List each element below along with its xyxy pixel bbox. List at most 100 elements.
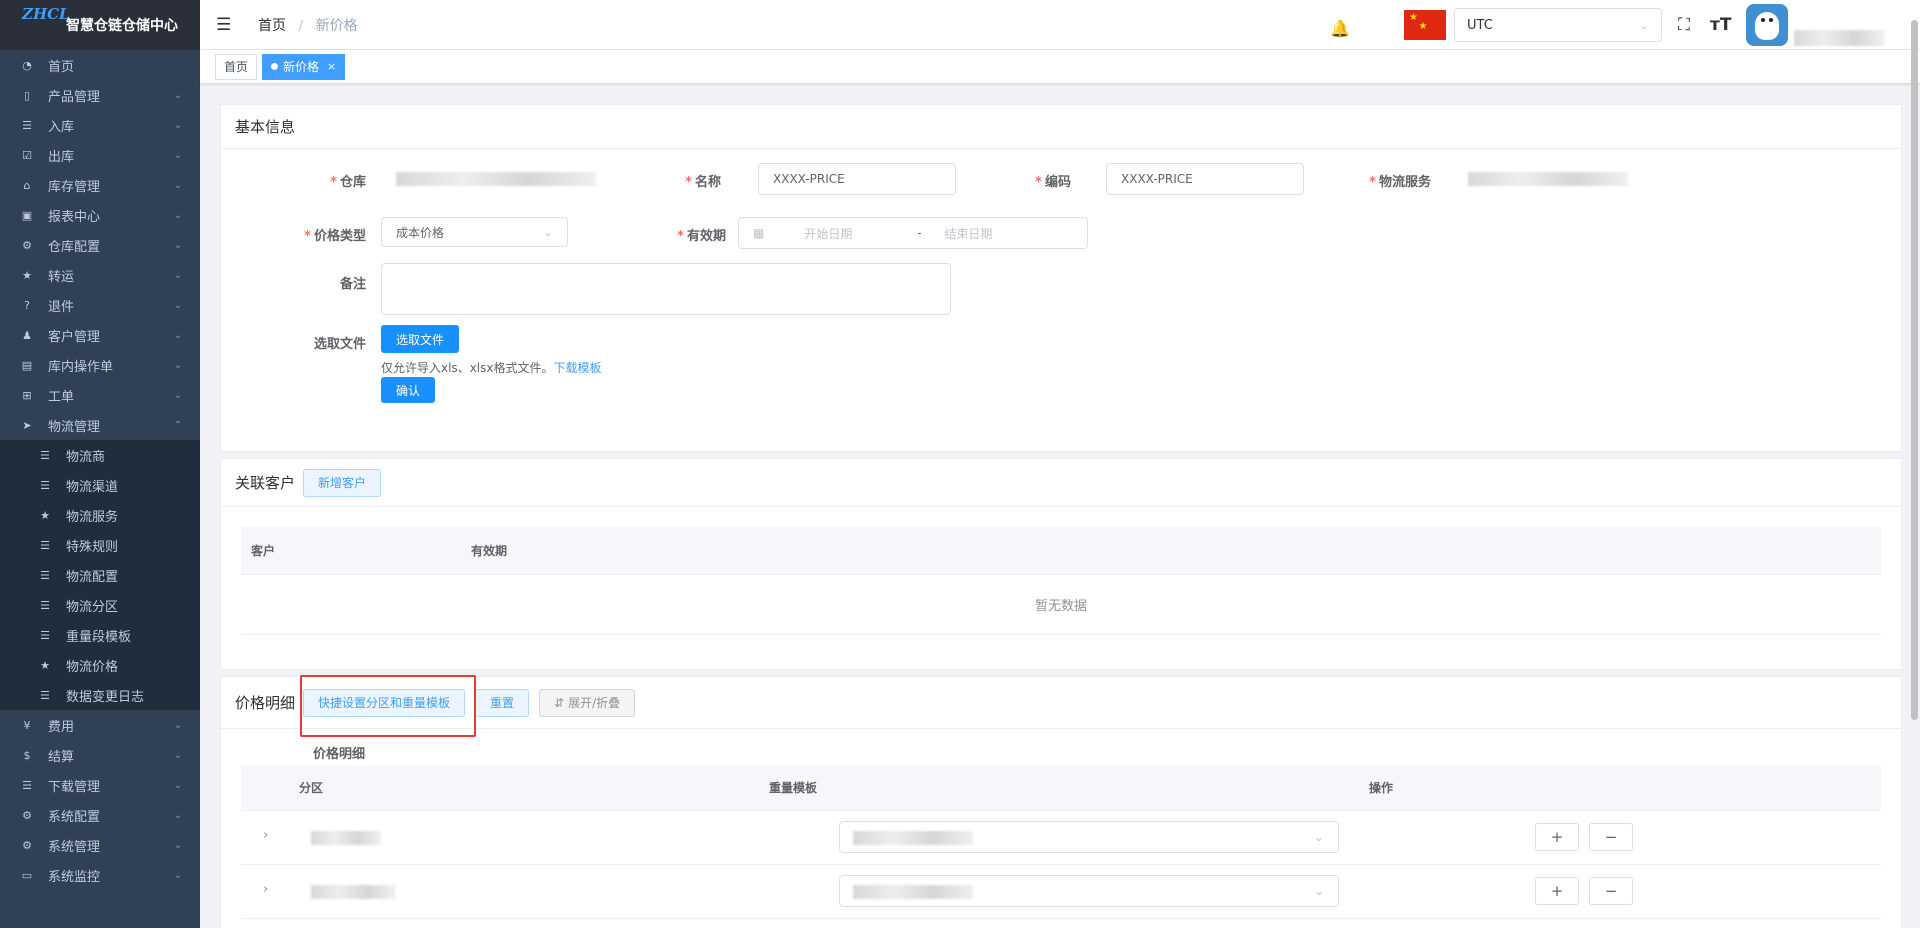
warehouse-select[interactable] bbox=[381, 163, 611, 195]
sidebar-item-label: 首页 bbox=[48, 59, 75, 75]
sidebar-item[interactable]: ⚙ 系统配置 ⌄ bbox=[0, 800, 200, 830]
tag-home[interactable]: 首页 bbox=[215, 53, 258, 80]
confirm-button[interactable]: 确认 bbox=[381, 377, 436, 403]
sidebar-item[interactable]: ▯ 产品管理 ⌄ bbox=[0, 80, 200, 110]
add-row-button[interactable]: + bbox=[1535, 823, 1579, 851]
code-label: * 编码 bbox=[1035, 175, 1071, 190]
select-file-button[interactable]: 选取文件 bbox=[381, 325, 460, 353]
sidebar-item[interactable]: ★ 物流价格 bbox=[0, 650, 200, 680]
breadcrumb: 首页 / 新价格 bbox=[258, 15, 358, 35]
sidebar-item-label: 转运 bbox=[48, 269, 75, 285]
sidebar-item[interactable]: ⚙ 仓库配置 ⌄ bbox=[0, 230, 200, 260]
sidebar-item[interactable]: ? 退件 ⌄ bbox=[0, 290, 200, 320]
warehouse-label: * 仓库 bbox=[330, 175, 366, 190]
sidebar-item[interactable]: ☰ 重量段模板 bbox=[0, 620, 200, 650]
sidebar-item[interactable]: ☰ 数据变更日志 bbox=[0, 680, 200, 710]
sidebar-item[interactable]: ⊞ 工单 ⌄ bbox=[0, 380, 200, 410]
sidebar-item[interactable]: ★ 转运 ⌄ bbox=[0, 260, 200, 290]
gear-icon: ⚙ bbox=[22, 808, 32, 822]
timezone-value: UTC bbox=[1467, 17, 1493, 33]
sidebar-item-label: 报表中心 bbox=[48, 209, 101, 225]
chevron-down-icon: ⌄ bbox=[173, 299, 182, 311]
sidebar-item[interactable]: ★ 物流服务 bbox=[0, 500, 200, 530]
list-icon: ☰ bbox=[40, 568, 50, 582]
sidebar-item-label: 产品管理 bbox=[48, 89, 101, 105]
range-separator: - bbox=[917, 226, 922, 240]
app-logo[interactable]: ZHCL 智慧仓链仓储中心 bbox=[0, 0, 200, 50]
list-icon: ☰ bbox=[40, 448, 50, 462]
download-template-link[interactable]: 下载模板 bbox=[553, 361, 601, 375]
sidebar-item[interactable]: $ 结算 ⌄ bbox=[0, 740, 200, 770]
expand-row-icon[interactable]: › bbox=[263, 882, 268, 897]
logistics-service-select[interactable] bbox=[1453, 163, 1653, 195]
chevron-down-icon: ⌄ bbox=[173, 209, 182, 221]
sidebar-item[interactable]: ☰ 下载管理 ⌄ bbox=[0, 770, 200, 800]
sidebar-item-label: 物流配置 bbox=[66, 569, 119, 585]
validity-range-picker[interactable]: ▦ 开始日期 - 结束日期 bbox=[738, 217, 1088, 249]
file-hint: 仅允许导入xls、xlsx格式文件。下载模板 bbox=[381, 361, 602, 375]
sidebar-item[interactable]: ☰ 入库 ⌄ bbox=[0, 110, 200, 140]
sidebar-item[interactable]: ▤ 库内操作单 ⌄ bbox=[0, 350, 200, 380]
sidebar-item[interactable]: ◔ 首页 bbox=[0, 50, 200, 80]
sidebar-item[interactable]: ⌂ 库存管理 ⌄ bbox=[0, 170, 200, 200]
sidebar-item[interactable]: ☰ 物流商 bbox=[0, 440, 200, 470]
highlight-box bbox=[300, 675, 476, 737]
fullscreen-icon[interactable]: ⛶ bbox=[1678, 15, 1690, 35]
price-title: 价格明细 bbox=[235, 694, 296, 712]
page-scrollbar[interactable] bbox=[1911, 20, 1918, 720]
sidebar-item-label: 仓库配置 bbox=[48, 239, 101, 255]
price-type-value: 成本价格 bbox=[396, 225, 445, 240]
sidebar-item[interactable]: ☰ 物流配置 bbox=[0, 560, 200, 590]
start-date-placeholder: 开始日期 bbox=[804, 226, 853, 241]
breadcrumb-separator: / bbox=[298, 17, 304, 34]
china-flag-icon[interactable]: ★ ★ bbox=[1404, 10, 1446, 40]
customers-table-header: 客户 有效期 bbox=[241, 527, 1881, 575]
sidebar-item[interactable]: ➤ 物流管理 ⌃ bbox=[0, 410, 200, 440]
sidebar-item-label: 费用 bbox=[48, 719, 75, 735]
add-row-button[interactable]: + bbox=[1535, 877, 1579, 905]
table-row: › ⌄ + − bbox=[241, 811, 1881, 865]
expand-row-icon[interactable]: › bbox=[263, 828, 268, 843]
sidebar-item[interactable]: ☰ 物流分区 bbox=[0, 590, 200, 620]
sidebar-item[interactable]: ♟ 客户管理 ⌄ bbox=[0, 320, 200, 350]
reset-button[interactable]: 重置 bbox=[475, 688, 530, 717]
user-icon: ♟ bbox=[22, 328, 32, 342]
sidebar-item[interactable]: ▣ 报表中心 ⌄ bbox=[0, 200, 200, 230]
col-weight-template: 重量模板 bbox=[769, 781, 818, 795]
sidebar-item-label: 库内操作单 bbox=[48, 359, 114, 375]
code-input[interactable]: XXXX-PRICE bbox=[1106, 163, 1304, 195]
tag-new-price[interactable]: 新价格 × bbox=[262, 53, 346, 80]
list-icon: ☰ bbox=[22, 118, 32, 132]
sidebar-item[interactable]: ¥ 费用 ⌄ bbox=[0, 710, 200, 740]
remove-row-button[interactable]: − bbox=[1589, 823, 1633, 851]
sidebar-item[interactable]: ☰ 物流渠道 bbox=[0, 470, 200, 500]
font-size-icon[interactable]: тT bbox=[1710, 15, 1731, 35]
price-type-select[interactable]: 成本价格 ⌄ bbox=[381, 217, 568, 247]
col-zone: 分区 bbox=[299, 781, 324, 795]
related-customers-card: 关联客户 新增客户 客户 有效期 暂无数据 bbox=[220, 458, 1902, 670]
star-icon: ★ bbox=[22, 268, 32, 282]
add-customer-button[interactable]: 新增客户 bbox=[303, 468, 382, 497]
bell-icon[interactable]: 🔔 bbox=[1330, 19, 1350, 38]
remark-textarea[interactable] bbox=[381, 263, 951, 315]
chevron-down-icon: ⌄ bbox=[173, 839, 182, 851]
empty-table-text: 暂无数据 bbox=[241, 575, 1881, 635]
close-icon[interactable]: × bbox=[327, 60, 336, 73]
sidebar-item[interactable]: ☑ 出库 ⌄ bbox=[0, 140, 200, 170]
monitor-icon: ▭ bbox=[21, 868, 33, 882]
breadcrumb-home[interactable]: 首页 bbox=[258, 18, 286, 34]
chevron-down-icon: ⌄ bbox=[173, 179, 182, 191]
sidebar-item-label: 特殊规则 bbox=[66, 539, 119, 555]
hamburger-icon[interactable]: ☰ bbox=[216, 15, 236, 35]
expand-collapse-button[interactable]: ⇵ 展开/折叠 bbox=[539, 688, 636, 717]
sidebar-item[interactable]: ☰ 特殊规则 bbox=[0, 530, 200, 560]
end-date-placeholder: 结束日期 bbox=[944, 226, 993, 241]
sidebar-item[interactable]: ⚙ 系统管理 ⌄ bbox=[0, 830, 200, 860]
col-validity: 有效期 bbox=[471, 544, 508, 558]
sidebar-item-label: 物流分区 bbox=[66, 599, 119, 615]
sidebar-item[interactable]: ▭ 系统监控 ⌄ bbox=[0, 860, 200, 890]
remove-row-button[interactable]: − bbox=[1589, 877, 1633, 905]
name-input[interactable]: XXXX-PRICE bbox=[758, 163, 956, 195]
timezone-select[interactable]: UTC ⌄ bbox=[1454, 8, 1662, 42]
avatar[interactable] bbox=[1746, 4, 1788, 46]
